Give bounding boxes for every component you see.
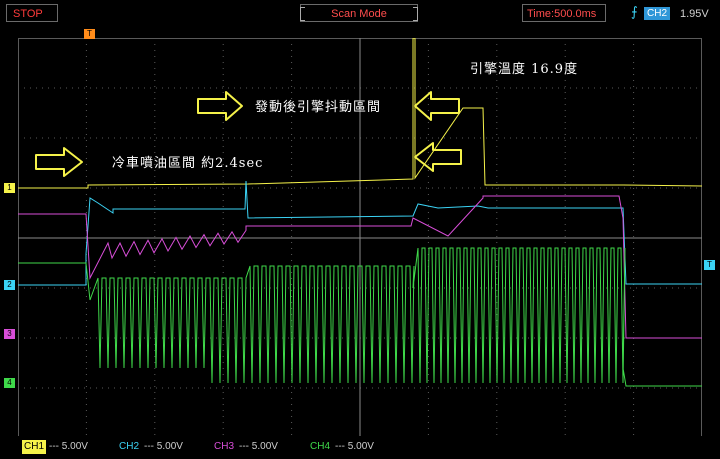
trigger-level-readout[interactable]: 1.95V — [680, 6, 709, 22]
rising-edge-trigger-icon[interactable]: ⨍ — [631, 6, 643, 20]
ch3-scale[interactable]: CH3 --- 5.00V — [212, 440, 278, 454]
ch4-volts: 5.00V — [347, 441, 374, 452]
acquisition-mode[interactable]: Scan Mode — [300, 4, 418, 22]
ch2-ground-marker[interactable]: 2 — [4, 280, 15, 290]
ch1-label: CH1 — [22, 440, 47, 454]
trigger-level-marker[interactable]: T — [704, 260, 715, 270]
ch2-label: CH2 — [119, 441, 140, 452]
run-stop-status[interactable]: STOP — [6, 4, 58, 22]
ch1-coupling: --- — [49, 441, 60, 452]
ch1-volts: 5.00V — [61, 441, 88, 452]
ch1-ground-marker[interactable]: 1 — [4, 183, 15, 193]
ch4-coupling: --- — [335, 441, 346, 452]
ch2-coupling: --- — [144, 441, 155, 452]
top-status-bar: STOP Scan Mode Time:500.0ms ⨍ CH2 1.95V — [0, 0, 720, 26]
ch4-ground-marker[interactable]: 4 — [4, 378, 15, 388]
trigger-source-badge[interactable]: CH2 — [644, 7, 671, 20]
ch3-volts: 5.00V — [251, 441, 278, 452]
trigger-position-marker[interactable]: T — [84, 29, 95, 39]
ch2-scale[interactable]: CH2 --- 5.00V — [117, 440, 183, 454]
cold-injection-label: 冷車噴油區間 約2.4sec — [112, 156, 264, 171]
timebase-readout[interactable]: Time:500.0ms — [522, 4, 606, 22]
ch3-label: CH3 — [214, 441, 235, 452]
ch2-volts: 5.00V — [156, 441, 183, 452]
channel-scale-bar: CH1 --- 5.00V CH2 --- 5.00V CH3 --- 5.00V C… — [0, 436, 720, 459]
post-start-shake-label: 發動後引擎抖動區間 — [255, 100, 382, 115]
ch1-scale[interactable]: CH1 --- 5.00V — [22, 440, 88, 454]
ch3-ground-marker[interactable]: 3 — [4, 329, 15, 339]
ch4-label: CH4 — [310, 441, 331, 452]
ch4-scale[interactable]: CH4 --- 5.00V — [308, 440, 374, 454]
ch3-coupling: --- — [239, 441, 250, 452]
engine-temperature-label: 引擎溫度 16.9度 — [470, 62, 579, 77]
